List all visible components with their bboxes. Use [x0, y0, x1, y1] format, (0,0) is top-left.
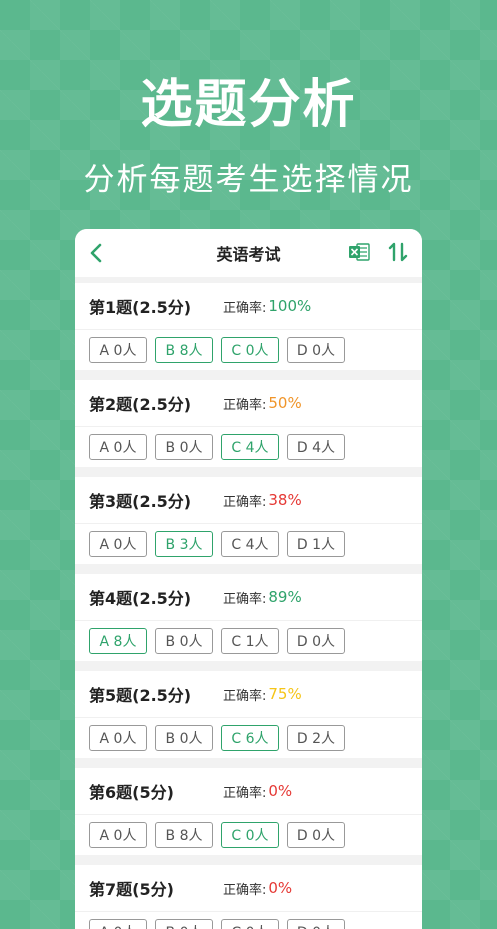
option-chip[interactable]: D 4人 — [287, 434, 345, 460]
question-header: 第5题(2.5分) 正确率: 75% — [75, 671, 422, 718]
accuracy-label: 正确率: — [223, 397, 267, 413]
question-card[interactable]: 第6题(5分) 正确率: 0% A 0人 B 8人 C 0人 D 0人 — [75, 768, 422, 855]
option-row: A 0人 B 3人 C 4人 D 1人 — [75, 524, 422, 564]
question-title: 第3题(2.5分) — [89, 492, 192, 511]
question-title: 第1题(2.5分) — [89, 298, 192, 317]
question-title: 第6题(5分) — [89, 783, 174, 802]
option-chip[interactable]: B 0人 — [155, 919, 213, 929]
option-chip[interactable]: A 0人 — [89, 725, 147, 751]
page-title: 英语考试 — [216, 245, 281, 264]
option-chip[interactable]: C 4人 — [221, 531, 279, 557]
accuracy-value: 0% — [268, 782, 293, 800]
question-card[interactable]: 第2题(2.5分) 正确率: 50% A 0人 B 0人 C 4人 D 4人 — [75, 380, 422, 467]
accuracy-value: 100% — [268, 297, 312, 315]
question-card[interactable]: 第5题(2.5分) 正确率: 75% A 0人 B 0人 C 6人 D 2人 — [75, 671, 422, 758]
question-card[interactable]: 第7题(5分) 正确率:0% A 0人 B 0人 C 0人 D 0人 — [75, 865, 422, 929]
option-row: A 0人 B 8人 C 0人 D 0人 — [75, 815, 422, 855]
option-chip[interactable]: B 0人 — [155, 725, 213, 751]
accuracy-value: 50% — [268, 394, 302, 412]
question-card[interactable]: 第4题(2.5分) 正确率: 89% A 8人 B 0人 C 1人 D 0人 — [75, 574, 422, 661]
option-chip[interactable]: C 0人 — [221, 919, 279, 929]
question-header: 第1题(2.5分) 正确率: 100% — [75, 283, 422, 330]
option-row: A 8人 B 0人 C 1人 D 0人 — [75, 621, 422, 661]
option-chip[interactable]: A 0人 — [89, 822, 147, 848]
navbar: 英语考试 — [75, 229, 422, 277]
accuracy-label: 正确率: — [223, 591, 267, 607]
question-card[interactable]: 第1题(2.5分) 正确率: 100% A 0人 B 8人 C 0人 D 0人 — [75, 283, 422, 370]
question-header: 第7题(5分) 正确率: 0% — [75, 865, 422, 912]
accuracy-label: 正确率: — [223, 882, 267, 898]
option-chip[interactable]: A 0人 — [89, 919, 147, 929]
accuracy-value: 38% — [268, 491, 302, 509]
question-title: 第5题(2.5分) — [89, 686, 192, 705]
option-row: A 0人 B 0人 C 0人 D 0人 — [75, 912, 422, 929]
question-card[interactable]: 第3题(2.5分) 正确率: 38% A 0人 B 3人 C 4人 D 1人 — [75, 477, 422, 564]
option-chip[interactable]: B 8人 — [155, 337, 213, 363]
app-screen: 英语考试 第1题(2.5分) 正确率: 100% A 0人 B 8人 C 0人 D 0人 第2… — [75, 229, 422, 929]
question-header: 第3题(2.5分) 正确率: 38% — [75, 477, 422, 524]
accuracy-label: 正确率: — [223, 785, 267, 801]
question-header: 第2题(2.5分) 正确率: 50% — [75, 380, 422, 427]
option-chip[interactable]: D 0人 — [287, 822, 345, 848]
hero-subtitle: 分析每题考生选择情况 — [83, 162, 414, 198]
option-row: A 0人 B 0人 C 6人 D 2人 — [75, 718, 422, 758]
question-title: 第7题(5分) — [89, 880, 174, 899]
accuracy-label: 正确率: — [223, 494, 267, 510]
option-chip[interactable]: A 0人 — [89, 337, 147, 363]
excel-export-icon[interactable] — [348, 241, 370, 263]
option-chip[interactable]: D 2人 — [287, 725, 345, 751]
option-row: A 0人 B 0人 C 4人 D 4人 — [75, 427, 422, 467]
question-list: 第1题(2.5分) 正确率: 100% A 0人 B 8人 C 0人 D 0人 第2题(2.5… — [75, 277, 422, 929]
accuracy-label: 正确率: — [223, 300, 267, 316]
option-chip[interactable]: D 0人 — [287, 919, 345, 929]
question-title: 第2题(2.5分) — [89, 395, 192, 414]
option-chip[interactable]: D 0人 — [287, 628, 345, 654]
question-header: 第6题(5分) 正确率: 0% — [75, 768, 422, 815]
accuracy-label: 正确率: — [223, 688, 267, 704]
accuracy-value: 89% — [268, 588, 302, 606]
accuracy-value: 75% — [268, 685, 302, 703]
option-chip[interactable]: C 4人 — [221, 434, 279, 460]
hero-title: 选题分析 — [140, 75, 357, 135]
option-chip[interactable]: B 0人 — [155, 434, 213, 460]
option-chip[interactable]: B 0人 — [155, 628, 213, 654]
option-chip[interactable]: C 6人 — [221, 725, 279, 751]
question-header: 第4题(2.5分) 正确率: 89% — [75, 574, 422, 621]
option-row: A 0人 B 8人 C 0人 D 0人 — [75, 330, 422, 370]
option-chip[interactable]: D 0人 — [287, 337, 345, 363]
accuracy-value: 0% — [268, 879, 293, 897]
option-chip[interactable]: B 3人 — [155, 531, 213, 557]
option-chip[interactable]: A 0人 — [89, 434, 147, 460]
option-chip[interactable]: D 1人 — [287, 531, 345, 557]
sort-icon[interactable] — [386, 240, 410, 264]
option-chip[interactable]: A 0人 — [89, 531, 147, 557]
option-chip[interactable]: A 8人 — [89, 628, 147, 654]
option-chip[interactable]: C 1人 — [221, 628, 279, 654]
option-chip[interactable]: C 0人 — [221, 822, 279, 848]
question-title: 第4题(2.5分) — [89, 589, 192, 608]
option-chip[interactable]: B 8人 — [155, 822, 213, 848]
option-chip[interactable]: C 0人 — [221, 337, 279, 363]
back-arrow-icon[interactable] — [85, 241, 109, 265]
